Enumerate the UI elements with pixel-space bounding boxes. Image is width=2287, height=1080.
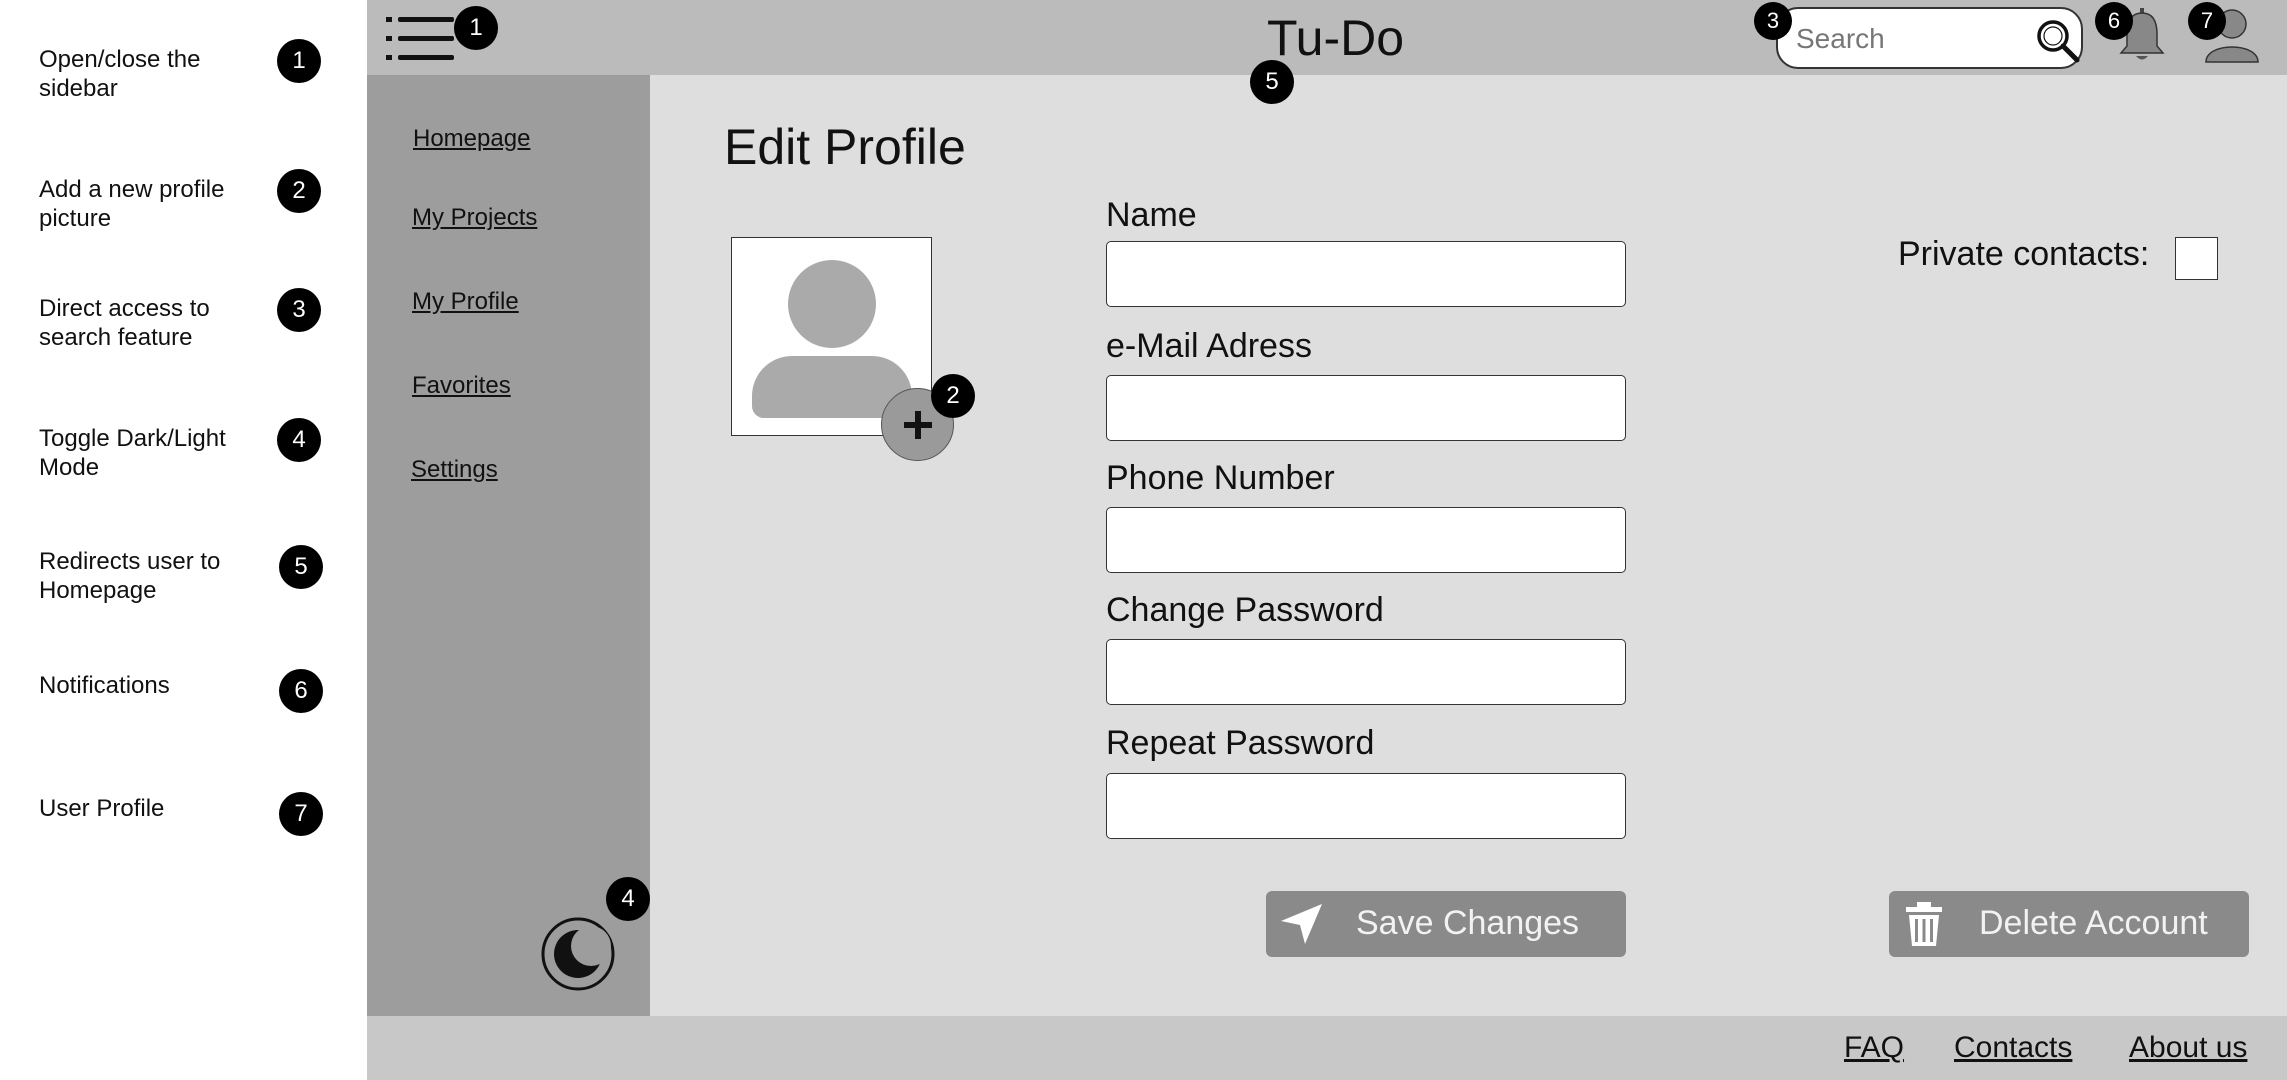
footer-link-faq[interactable]: FAQ — [1844, 1031, 1904, 1065]
legend-number-badge: 7 — [279, 792, 323, 836]
footer-link-contacts[interactable]: Contacts — [1954, 1031, 2072, 1065]
footer: FAQ Contacts About us — [367, 1016, 2287, 1080]
phone-field[interactable] — [1106, 507, 1626, 573]
callout-badge: 3 — [1754, 2, 1792, 40]
legend-text: Open/close the sidebar — [39, 46, 201, 102]
search-icon[interactable] — [2036, 19, 2080, 63]
repeat-password-label: Repeat Password — [1106, 724, 1375, 762]
private-contacts-checkbox[interactable] — [2175, 237, 2218, 280]
phone-label: Phone Number — [1106, 459, 1335, 497]
sidebar: Homepage My Projects My Profile Favorite… — [367, 75, 650, 1016]
avatar-placeholder-head — [788, 260, 876, 348]
repeat-password-field[interactable] — [1106, 773, 1626, 839]
sidebar-item-my-profile[interactable]: My Profile — [412, 288, 519, 316]
callout-badge: 5 — [1250, 60, 1294, 104]
legend-number-badge: 4 — [277, 418, 321, 462]
sidebar-item-my-projects[interactable]: My Projects — [412, 204, 537, 232]
legend-text: Toggle Dark/Light Mode — [39, 425, 226, 481]
delete-account-button[interactable]: Delete Account — [1889, 891, 2249, 957]
app-window: 1 Tu-Do 5 3 6 — [367, 0, 2287, 1080]
trash-icon — [1906, 902, 1942, 946]
hamburger-icon[interactable] — [386, 17, 454, 61]
name-field[interactable] — [1106, 241, 1626, 307]
callout-badge: 7 — [2188, 2, 2226, 40]
legend-text: Add a new profile picture — [39, 176, 225, 232]
sidebar-item-homepage[interactable]: Homepage — [413, 125, 530, 153]
top-bar: 1 Tu-Do 5 3 6 — [367, 0, 2287, 104]
private-contacts-label: Private contacts: — [1898, 235, 2150, 273]
change-password-label: Change Password — [1106, 591, 1384, 629]
plus-icon — [903, 410, 932, 439]
footer-link-about-us[interactable]: About us — [2129, 1031, 2247, 1065]
search-input[interactable] — [1796, 19, 2016, 59]
legend-number-badge: 1 — [277, 39, 321, 83]
legend-number-badge: 6 — [279, 669, 323, 713]
legend-text: User Profile — [39, 795, 165, 822]
legend-text: Direct access to search feature — [39, 295, 210, 351]
legend-number-badge: 5 — [279, 545, 323, 589]
legend-number-badge: 3 — [277, 288, 321, 332]
theme-toggle-moon-icon[interactable] — [540, 916, 616, 992]
send-arrow-icon — [1281, 904, 1322, 944]
annotation-legend: Open/close the sidebar 1 Add a new profi… — [0, 0, 367, 1080]
sidebar-item-favorites[interactable]: Favorites — [412, 372, 511, 400]
change-password-field[interactable] — [1106, 639, 1626, 705]
save-changes-button[interactable]: Save Changes — [1266, 891, 1626, 957]
save-changes-label: Save Changes — [1356, 904, 1580, 942]
callout-badge: 4 — [606, 877, 650, 921]
callout-badge: 6 — [2095, 2, 2133, 40]
legend-number-badge: 2 — [277, 169, 321, 213]
delete-account-label: Delete Account — [1979, 904, 2208, 942]
name-label: Name — [1106, 196, 1197, 234]
page-title: Edit Profile — [724, 119, 966, 175]
email-field[interactable] — [1106, 375, 1626, 441]
email-label: e-Mail Adress — [1106, 327, 1312, 365]
brand-logo-link[interactable]: Tu-Do — [1267, 8, 1404, 68]
search-box — [1776, 7, 2083, 69]
legend-text: Redirects user to Homepage — [39, 548, 221, 604]
callout-badge: 1 — [454, 6, 498, 50]
sidebar-item-settings[interactable]: Settings — [411, 456, 498, 484]
legend-text: Notifications — [39, 672, 170, 699]
callout-badge: 2 — [931, 374, 975, 418]
